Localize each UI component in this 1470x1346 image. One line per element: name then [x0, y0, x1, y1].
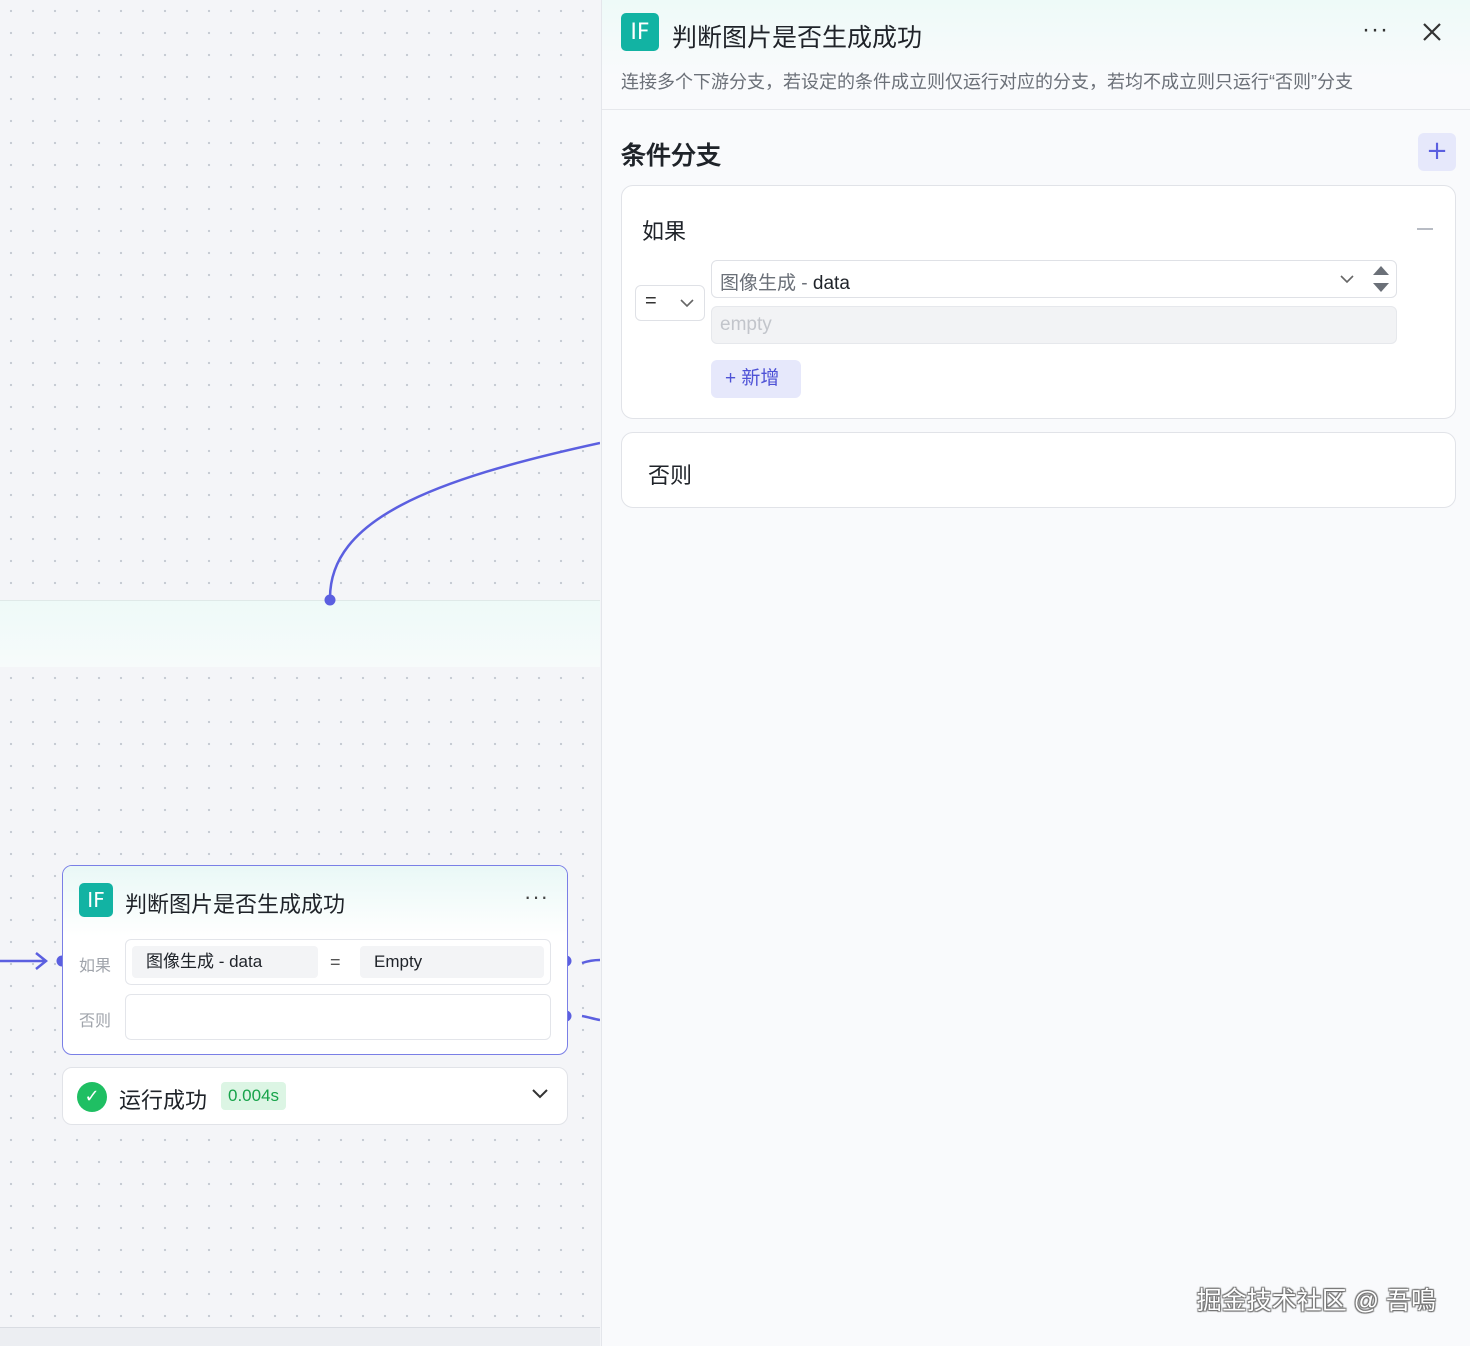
node-else-label: 否则	[79, 1013, 112, 1030]
sort-arrows-icon[interactable]	[1372, 264, 1390, 294]
node-if-label: 如果	[79, 958, 112, 975]
variable-value: 图像生成 - data	[720, 268, 850, 295]
condition-variable: 图像生成 - data	[132, 946, 318, 978]
variable-select[interactable]: 图像生成 - data	[711, 260, 1397, 298]
workflow-canvas[interactable]: IF 判断图片是否生成成功 ··· 如果 图像生成 - data = Empty…	[0, 0, 600, 1346]
condition-operator: =	[330, 952, 341, 972]
node-condition-row: 图像生成 - data = Empty	[125, 939, 551, 985]
edge-upper	[328, 441, 600, 599]
else-branch-card: 否则	[621, 432, 1456, 508]
node-settings-panel: IF 判断图片是否生成成功 ··· 连接多个下游分支，若设定的条件成立则仅运行对…	[601, 0, 1470, 1346]
check-circle-icon: ✓	[77, 1082, 107, 1112]
close-icon[interactable]	[1420, 20, 1444, 44]
if-node-card[interactable]: IF 判断图片是否生成成功 ··· 如果 图像生成 - data = Empty…	[62, 865, 568, 1055]
panel-description: 连接多个下游分支，若设定的条件成立则仅运行对应的分支，若均不成立则只运行“否则”…	[621, 72, 1353, 92]
edge-handle-upper	[324, 594, 336, 606]
status-text: 运行成功	[119, 1088, 208, 1113]
watermark: 掘金技术社区 @ 吾鳴	[1196, 1287, 1436, 1315]
chevron-down-icon[interactable]	[529, 1082, 551, 1104]
condition-value-input[interactable]	[711, 306, 1397, 344]
node-else-row	[125, 994, 551, 1040]
operator-value: =	[645, 290, 657, 312]
edge-if-out	[581, 958, 600, 965]
more-icon[interactable]: ···	[1362, 16, 1389, 44]
add-condition-button[interactable]: + 新增	[711, 360, 801, 398]
if-branch-label: 如果	[642, 219, 687, 244]
more-icon[interactable]: ···	[524, 884, 549, 910]
run-time-badge: 0.004s	[221, 1082, 287, 1110]
variable-field: data	[812, 273, 850, 294]
chevron-down-icon	[1340, 275, 1354, 284]
operator-select[interactable]: =	[635, 285, 705, 321]
add-branch-button[interactable]: +	[1418, 133, 1456, 171]
if-node-header: IF 判断图片是否生成成功 ···	[63, 866, 567, 936]
node-title: 判断图片是否生成成功	[125, 892, 346, 917]
if-icon: IF	[79, 883, 113, 917]
section-title: 条件分支	[621, 142, 722, 170]
value-field[interactable]	[712, 307, 1396, 343]
edge-else-out	[581, 1014, 600, 1022]
variable-source: 图像生成	[720, 273, 797, 294]
panel-title[interactable]: 判断图片是否生成成功	[672, 18, 922, 54]
panel-header: IF 判断图片是否生成成功 ··· 连接多个下游分支，若设定的条件成立则仅运行对…	[602, 0, 1470, 110]
collapse-icon[interactable]	[1417, 228, 1433, 230]
if-branch-card: 如果 = 图像生成 - data + 新增	[621, 185, 1456, 419]
variable-separator: -	[796, 273, 813, 294]
canvas-edges	[0, 441, 600, 1022]
condition-value: Empty	[360, 946, 544, 978]
chevron-down-icon	[680, 299, 694, 308]
run-status-bar[interactable]: ✓ 运行成功 0.004s	[62, 1067, 568, 1125]
else-branch-label: 否则	[648, 463, 693, 488]
if-icon: IF	[621, 13, 659, 51]
